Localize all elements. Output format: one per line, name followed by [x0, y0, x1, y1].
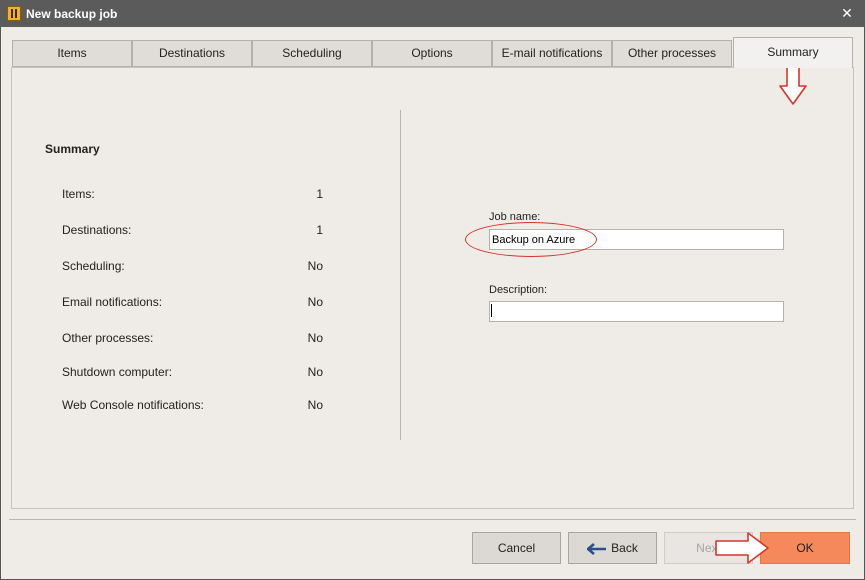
ok-button[interactable]: OK: [760, 532, 850, 564]
summary-heading: Summary: [45, 142, 100, 156]
summary-label-email-notifications: Email notifications:: [62, 295, 163, 309]
summary-value-scheduling: No: [307, 259, 323, 273]
summary-label-destinations: Destinations:: [62, 223, 132, 237]
summary-value-other-processes: No: [307, 331, 323, 345]
summary-label-other-processes: Other processes:: [62, 331, 154, 345]
summary-label-web-console-notifications: Web Console notifications:: [62, 398, 204, 412]
description-input[interactable]: [489, 301, 784, 322]
back-arrow-icon: [587, 542, 607, 555]
text-caret: [491, 304, 492, 317]
description-label: Description:: [489, 284, 548, 296]
job-name-label: Job name:: [489, 211, 541, 223]
job-name-input[interactable]: [489, 229, 784, 250]
summary-value-destinations: 1: [316, 223, 323, 237]
tab-panel: [11, 67, 854, 509]
tab-email-notifications[interactable]: E-mail notifications: [492, 40, 612, 67]
back-button-label: Back: [611, 541, 638, 555]
tab-other-processes[interactable]: Other processes: [612, 40, 732, 67]
tab-options[interactable]: Options: [372, 40, 492, 67]
app-logo-icon: [7, 6, 21, 21]
summary-label-scheduling: Scheduling:: [62, 259, 125, 273]
tab-summary[interactable]: Summary: [733, 37, 853, 68]
summary-value-items: 1: [316, 187, 323, 201]
summary-value-email-notifications: No: [307, 295, 323, 309]
summary-value-shutdown-computer: No: [307, 365, 323, 379]
summary-value-web-console-notifications: No: [307, 398, 323, 412]
tab-items[interactable]: Items: [12, 40, 132, 67]
panel-divider: [400, 110, 401, 440]
summary-label-items: Items:: [62, 187, 95, 201]
tab-scheduling[interactable]: Scheduling: [252, 40, 372, 67]
summary-label-shutdown-computer: Shutdown computer:: [62, 365, 173, 379]
title-bar: New backup job ✕: [0, 0, 865, 27]
back-button[interactable]: Back: [568, 532, 657, 564]
tab-destinations[interactable]: Destinations: [132, 40, 252, 67]
next-button[interactable]: Next: [664, 532, 753, 564]
close-icon[interactable]: ✕: [829, 0, 865, 27]
cancel-button[interactable]: Cancel: [472, 532, 561, 564]
footer-separator: [9, 519, 856, 520]
window-title: New backup job: [26, 7, 118, 21]
